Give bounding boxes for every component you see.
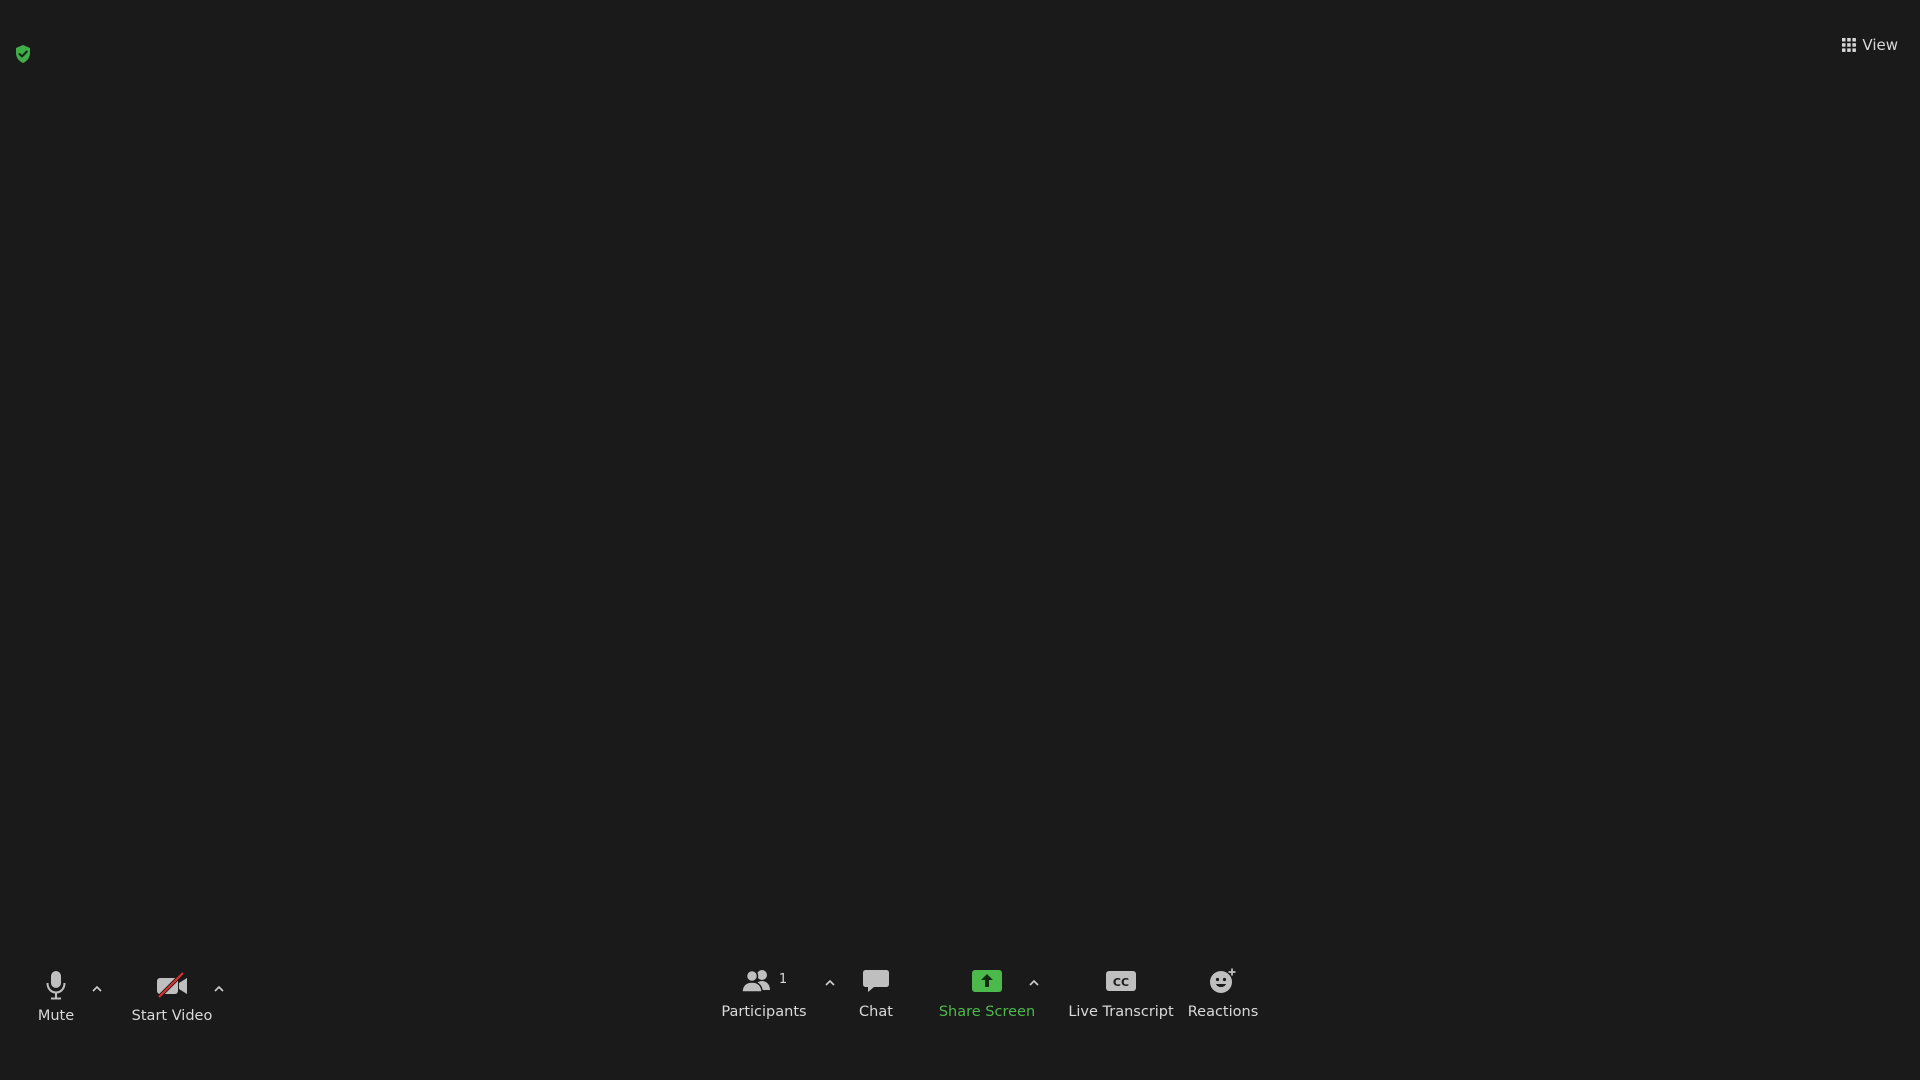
audio-options-caret[interactable] — [90, 980, 104, 992]
live-transcript-label: Live Transcript — [1068, 1004, 1174, 1020]
shield-check-icon[interactable] — [14, 44, 32, 64]
participant-count: 1 — [778, 972, 788, 987]
video-off-icon — [155, 971, 189, 1003]
share-options-caret[interactable] — [1027, 974, 1041, 986]
live-transcript-button[interactable]: CC Live Transcript — [1068, 966, 1174, 1020]
microphone-icon — [45, 970, 67, 1004]
participants-button[interactable]: 1 Participants — [721, 966, 807, 1020]
participants-label: Participants — [721, 1004, 807, 1020]
mute-label: Mute — [37, 1008, 75, 1024]
mute-button[interactable]: Mute — [30, 970, 82, 1024]
reactions-button[interactable]: Reactions — [1188, 966, 1258, 1020]
participants-icon — [741, 968, 773, 998]
reactions-label: Reactions — [1187, 1004, 1259, 1020]
chat-label: Chat — [859, 1004, 893, 1020]
participants-options-caret[interactable] — [823, 974, 837, 986]
share-screen-icon — [971, 969, 1003, 997]
meeting-stage: View Mute Start Video 1 Participants Cha… — [0, 0, 1920, 1080]
reactions-icon — [1208, 967, 1238, 999]
start-video-button[interactable]: Start Video — [130, 970, 214, 1024]
view-button[interactable]: View — [1842, 36, 1898, 54]
start-video-label: Start Video — [131, 1008, 213, 1024]
chat-button[interactable]: Chat — [852, 966, 900, 1020]
chat-icon — [862, 968, 890, 998]
svg-text:CC: CC — [1113, 976, 1129, 989]
view-label: View — [1862, 36, 1898, 54]
share-screen-label: Share Screen — [938, 1004, 1036, 1020]
share-screen-button[interactable]: Share Screen — [938, 966, 1036, 1020]
video-options-caret[interactable] — [212, 980, 226, 992]
cc-icon: CC — [1105, 969, 1137, 997]
grid-icon — [1842, 38, 1857, 52]
meeting-toolbar: Mute Start Video 1 Participants Chat Sha… — [0, 950, 1920, 1080]
